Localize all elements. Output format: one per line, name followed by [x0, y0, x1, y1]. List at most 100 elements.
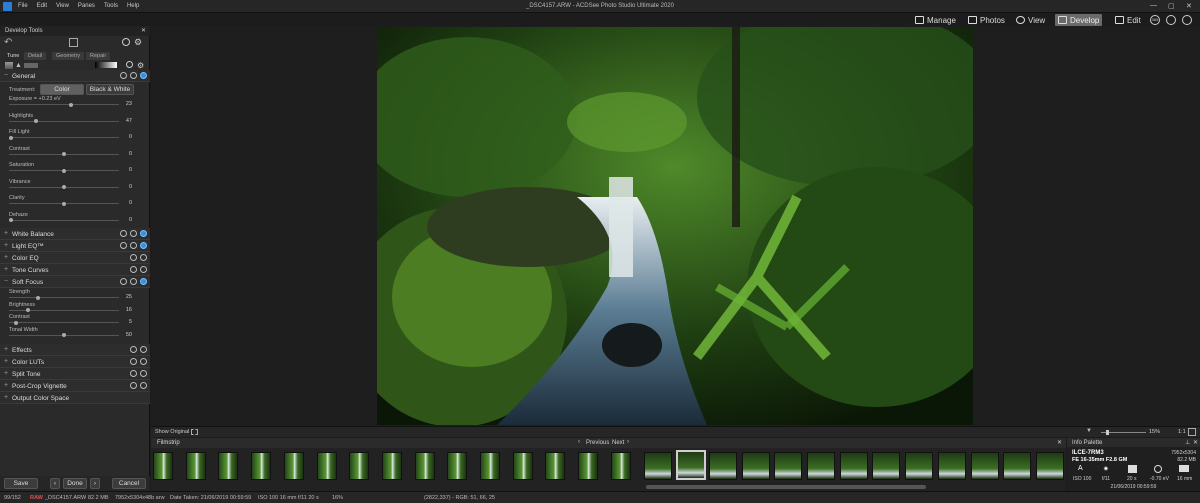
next-arrow-icon[interactable]: › — [627, 439, 629, 445]
photo[interactable] — [377, 27, 973, 425]
mode-manage[interactable]: Manage — [912, 14, 959, 26]
slider-track[interactable] — [9, 295, 119, 300]
slider-knob[interactable] — [9, 218, 13, 222]
slider-track[interactable] — [9, 135, 119, 140]
enable-toggle[interactable] — [140, 230, 147, 237]
filmstrip-thumbnail[interactable] — [414, 452, 435, 480]
next-button[interactable]: Next — [612, 440, 624, 446]
expand-icon[interactable]: + — [4, 254, 8, 261]
done-button[interactable]: Done — [63, 478, 87, 489]
zoom-dropdown-icon[interactable]: ▼ — [1086, 428, 1092, 434]
enable-toggle[interactable] — [140, 254, 147, 261]
filmstrip-thumbnail[interactable] — [1003, 452, 1032, 480]
filmstrip-thumbnail[interactable] — [610, 452, 631, 480]
filmstrip-thumbnail[interactable] — [349, 452, 370, 480]
pin-icon[interactable]: ⊥ — [1185, 439, 1190, 446]
section-tone-curves[interactable]: + Tone Curves — [0, 264, 150, 276]
prev-arrow-icon[interactable]: ‹ — [578, 439, 580, 445]
collapse-icon[interactable]: − — [4, 278, 8, 285]
filmstrip-thumbnail[interactable] — [480, 452, 500, 480]
filmstrip-thumbnail[interactable] — [970, 452, 999, 480]
slider-knob[interactable] — [34, 119, 39, 123]
expand-icon[interactable]: + — [4, 346, 8, 353]
show-original-button[interactable]: Show Original — [155, 429, 189, 435]
gear-icon[interactable] — [130, 230, 137, 237]
gear-icon[interactable] — [130, 72, 137, 79]
expand-icon[interactable]: + — [4, 266, 8, 273]
section-light-eq[interactable]: + Light EQ™ — [0, 240, 150, 252]
section-general[interactable]: − General — [0, 70, 150, 82]
histogram-icon[interactable] — [5, 62, 13, 69]
mode-edit[interactable]: Edit — [1112, 14, 1144, 26]
previous-button[interactable]: Previous — [586, 440, 609, 446]
filmstrip-thumbnail[interactable] — [676, 450, 707, 480]
enable-toggle[interactable] — [140, 278, 147, 285]
minimize-icon[interactable]: — — [1150, 2, 1157, 9]
expand-icon[interactable]: + — [4, 382, 8, 389]
maximize-icon[interactable]: ▢ — [1168, 2, 1175, 10]
slider-knob[interactable] — [62, 152, 66, 156]
slider-knob[interactable] — [9, 135, 13, 140]
filmstrip-thumbnail[interactable] — [937, 452, 966, 480]
filmstrip-thumbnail[interactable] — [905, 452, 934, 480]
treatment-bw-button[interactable]: Black & White — [86, 84, 134, 95]
slider-value[interactable]: 0 — [129, 184, 132, 190]
slider-track[interactable] — [9, 218, 119, 222]
gear-icon[interactable] — [130, 242, 137, 249]
expand-icon[interactable]: + — [4, 370, 8, 377]
slider-value[interactable]: 0 — [129, 167, 132, 173]
slider-track[interactable] — [9, 185, 119, 189]
slider-knob[interactable] — [62, 201, 66, 206]
mode-photos[interactable]: Photos — [965, 14, 1008, 26]
slider-track[interactable] — [9, 168, 119, 173]
section-post-crop-vignette[interactable]: + Post-Crop Vignette — [0, 380, 150, 392]
slider-value[interactable]: 16 — [126, 307, 132, 313]
slider-knob[interactable] — [25, 308, 30, 312]
help-icon[interactable] — [126, 61, 133, 68]
expand-icon[interactable]: + — [4, 358, 8, 365]
slider-track[interactable] — [9, 152, 119, 156]
tab-tune[interactable]: Tune — [3, 52, 24, 60]
365-icon[interactable]: 365 — [1150, 15, 1160, 25]
notification-icon[interactable] — [1166, 15, 1176, 25]
filmstrip-thumbnail[interactable] — [774, 452, 803, 480]
next-image-button[interactable]: › — [90, 478, 100, 489]
filmstrip-scrollbar[interactable] — [646, 485, 926, 489]
section-color-eq[interactable]: + Color EQ — [0, 252, 150, 264]
filmstrip-thumbnail[interactable] — [153, 452, 173, 480]
filmstrip-thumbnail[interactable] — [251, 452, 272, 480]
slider-knob[interactable] — [62, 168, 66, 173]
section-white-balance[interactable]: + White Balance — [0, 228, 150, 240]
enable-toggle[interactable] — [140, 382, 147, 389]
expand-icon[interactable]: + — [4, 394, 8, 401]
undo-icon[interactable]: ↶ — [4, 37, 12, 48]
slider-value[interactable]: 47 — [126, 118, 132, 124]
mode-view[interactable]: View — [1013, 14, 1048, 26]
panel-close-icon[interactable]: ✕ — [141, 27, 146, 34]
filmstrip-thumbnail[interactable] — [1035, 452, 1064, 480]
slider-track[interactable] — [9, 119, 119, 123]
filmstrip-thumbnail[interactable] — [545, 452, 566, 480]
enable-toggle[interactable] — [140, 370, 147, 377]
enable-toggle[interactable] — [140, 266, 147, 273]
reset-icon[interactable] — [122, 38, 130, 46]
gear-icon[interactable] — [130, 358, 137, 365]
settings-icon[interactable]: ⚙ — [137, 61, 144, 70]
enable-toggle[interactable] — [140, 346, 147, 353]
tab-geometry[interactable]: Geometry — [52, 52, 85, 60]
gear-icon[interactable] — [130, 370, 137, 377]
slider-knob[interactable] — [35, 295, 40, 300]
gear-icon[interactable] — [130, 254, 137, 261]
mode-develop[interactable]: Develop — [1055, 14, 1103, 26]
prev-image-button[interactable]: ‹ — [50, 478, 60, 489]
warning-icon[interactable]: ▲ — [15, 62, 22, 69]
image-viewer[interactable] — [151, 26, 1200, 426]
treatment-color-button[interactable]: Color — [40, 84, 84, 95]
section-color-luts[interactable]: + Color LUTs — [0, 356, 150, 368]
cancel-button[interactable]: Cancel — [112, 478, 146, 489]
gradient-icon[interactable] — [95, 62, 117, 68]
slider-knob[interactable] — [69, 102, 74, 107]
reset-icon[interactable] — [120, 278, 127, 285]
filmstrip-thumbnail[interactable] — [741, 452, 770, 480]
collapse-icon[interactable]: − — [4, 72, 8, 79]
